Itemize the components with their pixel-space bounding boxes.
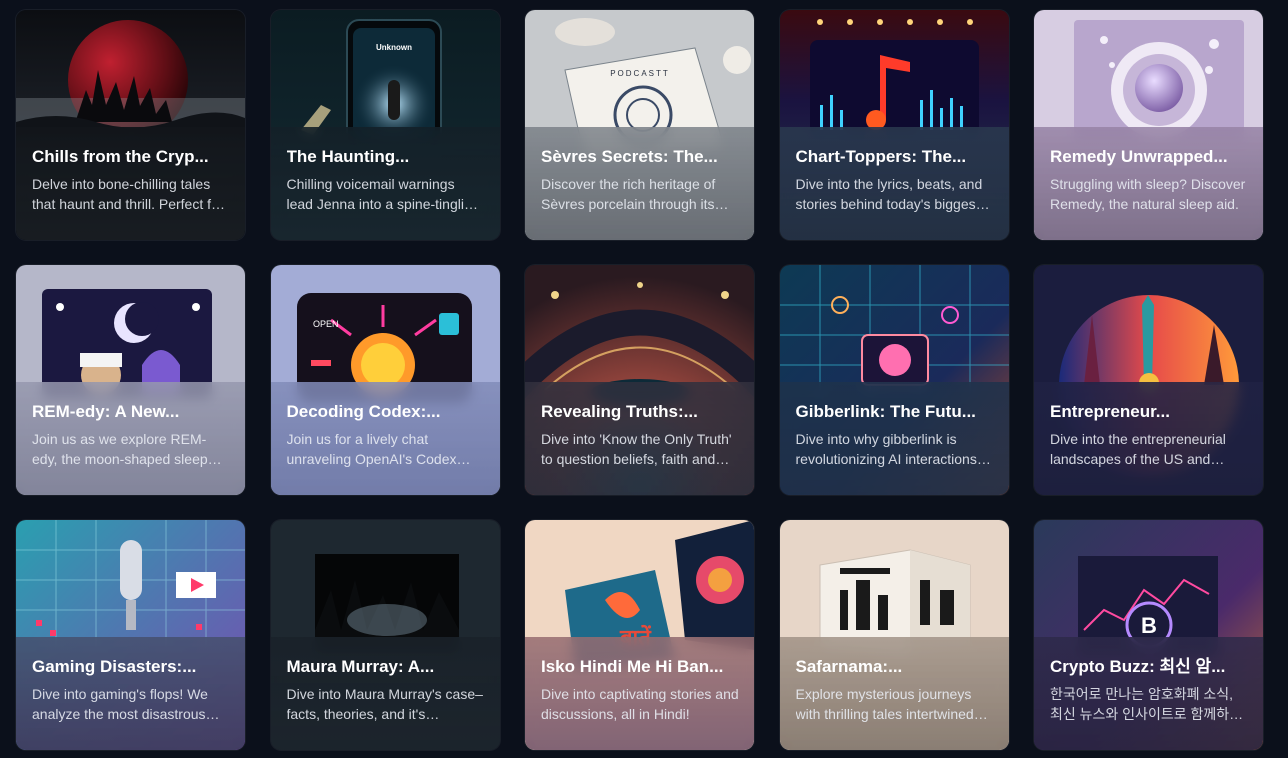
card-title: Safarnama:...: [795, 657, 903, 676]
podcast-card[interactable]: B Crypto Buzz: 최신 암... 한국어로 만나는 암호화폐 소식,…: [1034, 520, 1263, 750]
card-title: Entrepreneur...: [1050, 402, 1170, 421]
podcast-card[interactable]: Safarnama:... Explore mysterious journey…: [779, 520, 1009, 750]
card-description: Dive into captivating stories and discus…: [541, 686, 739, 722]
card-caption: Gibberlink: The Futu... Dive into why gi…: [779, 382, 1009, 495]
card-description: Dive into gaming's flops! We analyze the…: [32, 686, 208, 722]
card-description: 한국어로 만나는 암호화폐 소식, 최신 뉴스와 인사이트로 함께하세요.: [1050, 686, 1242, 722]
podcast-card[interactable]: OPEN Decoding Codex:... Join us for a li…: [270, 265, 500, 495]
cover-text: Unknown: [376, 43, 412, 52]
card-caption: Safarnama:... Explore mysterious journey…: [779, 637, 1009, 750]
podcast-card[interactable]: Gibberlink: The Futu... Dive into why gi…: [779, 265, 1009, 495]
card-title: The Haunting...: [286, 147, 410, 166]
card-description: Delve into bone-chilling tales that haun…: [32, 176, 224, 212]
card-title: Maura Murray: A...: [286, 657, 435, 676]
card-description: Join us as we explore REM-edy, the moon-…: [32, 431, 208, 467]
card-description: Chilling voicemail warnings lead Jenna i…: [286, 176, 480, 212]
card-description: Dive into the entrepreneurial landscapes…: [1050, 431, 1226, 467]
card-caption: Chart-Toppers: The... Dive into the lyri…: [779, 127, 1009, 240]
card-caption: Remedy Unwrapped... Struggling with slee…: [1034, 127, 1263, 240]
card-title: Decoding Codex:...: [286, 402, 441, 421]
podcast-card[interactable]: Revealing Truths:... Dive into 'Know the…: [525, 265, 754, 495]
card-description: Dive into 'Know the Only Truth' to quest…: [541, 431, 732, 467]
card-caption: Isko Hindi Me Hi Ban... Dive into captiv…: [525, 637, 754, 750]
card-description: Struggling with sleep? Discover Remedy, …: [1050, 176, 1246, 212]
card-description: Dive into why gibberlink is revolutioniz…: [795, 431, 977, 467]
card-title: Gibberlink: The Futu...: [795, 402, 976, 421]
card-title: Revealing Truths:...: [541, 402, 698, 421]
card-title: Remedy Unwrapped...: [1050, 147, 1228, 166]
card-caption: Chills from the Cryp... Delve into bone-…: [16, 127, 245, 240]
podcast-card[interactable]: Unknown The Haunting... Chilling voicema…: [270, 10, 500, 240]
podcast-card[interactable]: Chills from the Cryp... Delve into bone-…: [16, 10, 245, 240]
podcast-card[interactable]: PODCASTT Sèvres Secrets: The... Discover…: [525, 10, 754, 240]
card-caption: REM-edy: A New... Join us as we explore …: [16, 382, 245, 495]
podcast-card[interactable]: Maura Murray: A... Dive into Maura Murra…: [270, 520, 500, 750]
card-description: Explore mysterious journeys with thrilli…: [795, 686, 974, 722]
card-caption: Decoding Codex:... Join us for a lively …: [270, 382, 500, 495]
card-description: Dive into the lyrics, beats, and stories…: [795, 176, 983, 212]
svg-text:B: B: [1141, 613, 1157, 638]
podcast-card[interactable]: Remedy Unwrapped... Struggling with slee…: [1034, 10, 1263, 240]
card-title: REM-edy: A New...: [32, 402, 180, 421]
podcast-card[interactable]: Gaming Disasters:... Dive into gaming's …: [16, 520, 245, 750]
cover-text: OPEN: [313, 319, 339, 329]
card-caption: Revealing Truths:... Dive into 'Know the…: [525, 382, 754, 495]
card-description: Join us for a lively chat unraveling Ope…: [286, 431, 457, 467]
cover-text: PODCASTT: [610, 69, 670, 78]
card-title: Chart-Toppers: The...: [795, 147, 967, 166]
card-title: Sèvres Secrets: The...: [541, 147, 718, 166]
card-caption: Crypto Buzz: 최신 암... 한국어로 만나는 암호화폐 소식, 최…: [1034, 637, 1263, 750]
card-title: Gaming Disasters:...: [32, 657, 197, 676]
card-caption: Entrepreneur... Dive into the entreprene…: [1034, 382, 1263, 495]
podcast-card[interactable]: Entrepreneur... Dive into the entreprene…: [1034, 265, 1263, 495]
card-caption: The Haunting... Chilling voicemail warni…: [270, 127, 500, 240]
card-title: Crypto Buzz: 최신 암...: [1050, 657, 1226, 676]
card-caption: Gaming Disasters:... Dive into gaming's …: [16, 637, 245, 750]
podcast-card[interactable]: Chart-Toppers: The... Dive into the lyri…: [779, 10, 1009, 240]
card-description: Discover the rich heritage of Sèvres por…: [541, 176, 716, 212]
podcast-card[interactable]: बातें Isko Hindi Me Hi Ban... Dive into …: [525, 520, 754, 750]
card-description: Dive into Maura Murray's case–facts, the…: [286, 686, 483, 722]
podcast-card[interactable]: REM-edy: A New... Join us as we explore …: [16, 265, 245, 495]
card-caption: Sèvres Secrets: The... Discover the rich…: [525, 127, 754, 240]
card-caption: Maura Murray: A... Dive into Maura Murra…: [270, 637, 500, 750]
podcast-grid: Chills from the Cryp... Delve into bone-…: [16, 10, 1263, 750]
card-title: Chills from the Cryp...: [32, 147, 209, 166]
card-title: Isko Hindi Me Hi Ban...: [541, 657, 724, 676]
